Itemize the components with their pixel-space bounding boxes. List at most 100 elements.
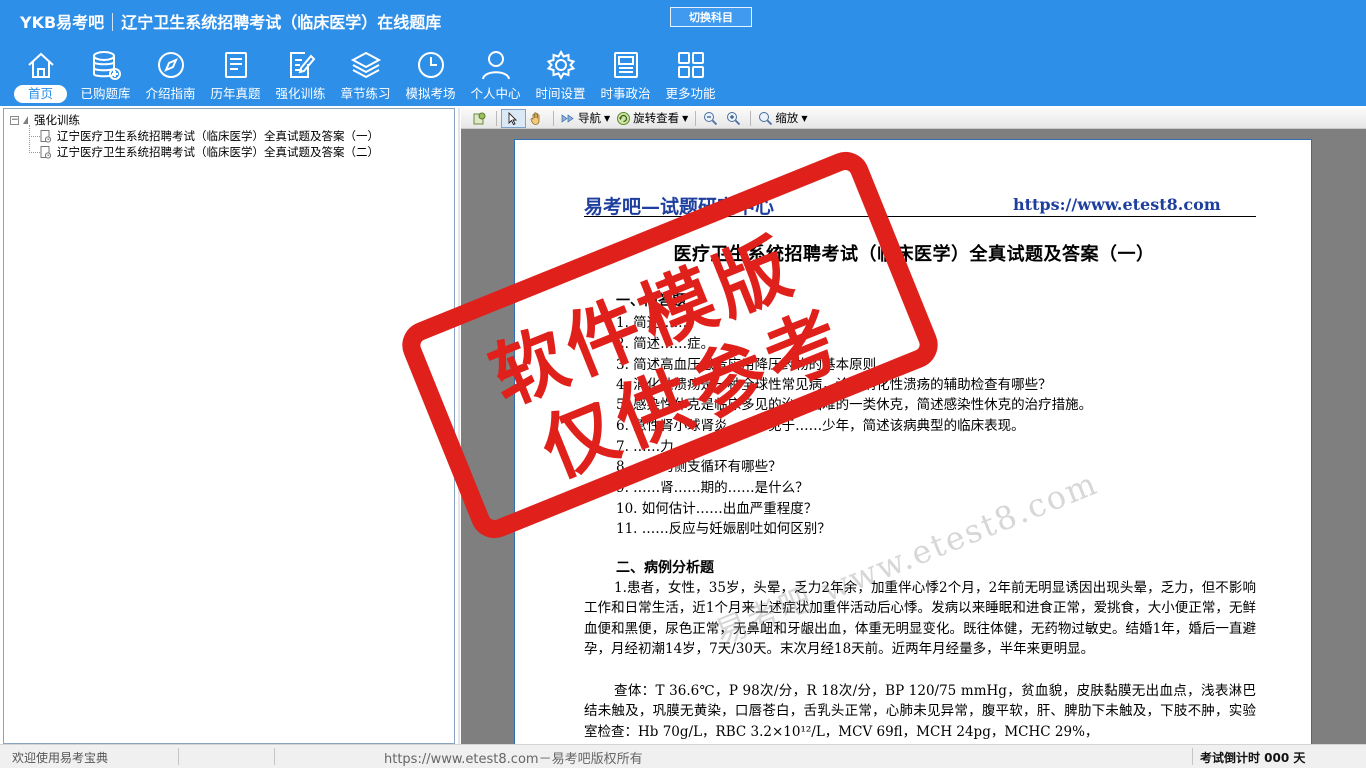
document-title: 医疗卫生系统招聘考试（临床医学）全真试题及答案（一） <box>673 244 1155 265</box>
nav-label: 时间设置 <box>535 86 586 101</box>
nav-item-mock-exam[interactable]: 模拟考场 <box>398 46 463 104</box>
nav-item-guide[interactable]: 介绍指南 <box>138 46 203 104</box>
zoom-in-icon <box>727 111 741 125</box>
nav-item-time-settings[interactable]: 时间设置 <box>528 46 593 104</box>
edit-icon <box>289 52 315 78</box>
brand-logo-text: YKB易考吧 <box>20 13 105 32</box>
case-paragraph: 查体：T 36.6℃，P 98次/分，R 18次/分，BP 120/75 mmH… <box>584 683 1256 740</box>
hand-tool-button[interactable] <box>526 109 549 128</box>
question-item: 3. 简述高血压患者应用降压药物的基本原则。 <box>616 357 890 373</box>
hand-icon <box>530 111 540 125</box>
header-rule <box>584 216 1256 217</box>
clock-icon <box>417 52 444 78</box>
toolbar-divider <box>750 110 752 126</box>
nav-label: 强化训练 <box>275 86 326 101</box>
list-document-icon <box>224 52 247 78</box>
toolbar-divider <box>695 110 697 126</box>
dropdown-arrow-icon: ▼ <box>682 113 689 123</box>
layers-icon <box>350 51 381 79</box>
section-heading: 二、病例分析题 <box>616 560 714 576</box>
gear-icon <box>546 49 575 81</box>
question-item: 11. ……反应与妊娠剧吐如何区别？ <box>616 521 831 537</box>
tree-item-exam-1[interactable]: 辽宁医疗卫生系统招聘考试（临床医学）全真试题及答案（一） <box>40 129 379 143</box>
nav-label: 个人中心 <box>470 86 521 101</box>
nav-item-more[interactable]: 更多功能 <box>658 46 723 104</box>
open-tool-button[interactable] <box>469 109 492 128</box>
status-divider <box>178 748 179 765</box>
collapse-toggle-icon[interactable]: − <box>10 115 19 125</box>
toolbar-divider <box>553 110 554 126</box>
nav-label: 首页 <box>13 85 67 103</box>
newspaper-icon <box>613 52 638 78</box>
question-item: 2. 简述……症。 <box>616 336 715 352</box>
status-bar: 欢迎使用易考宝典 https://www.etest8.com－易考吧版权所有 … <box>0 744 1366 768</box>
section-heading: 一、简答题 <box>616 293 686 309</box>
cursor-icon <box>508 111 518 125</box>
tree-connector <box>29 125 30 153</box>
nav-item-home[interactable]: 首页 <box>8 46 73 104</box>
status-divider <box>1192 748 1193 765</box>
tree-node-label: 强化训练 <box>34 113 80 127</box>
app-title: 辽宁卫生系统招聘考试（临床医学）在线题库 <box>121 13 442 32</box>
question-item: 9. ……肾……期的……是什么？ <box>616 480 809 496</box>
question-item: 7. ……力…… <box>616 439 701 455</box>
app-header: YKB易考吧 辽宁卫生系统招聘考试（临床医学）在线题库 切换科目 首页 已购题库 … <box>0 0 1366 106</box>
toolbar-divider <box>496 110 497 126</box>
tree-connector <box>29 136 40 137</box>
zoom-dropdown[interactable]: 缩放 ▼ <box>755 109 810 128</box>
nav-item-profile[interactable]: 个人中心 <box>463 46 528 104</box>
document-header-url[interactable]: https://www.etest8.com <box>1013 195 1221 214</box>
exam-document-icon <box>40 129 52 143</box>
nav-label: 时事政治 <box>600 86 651 101</box>
gear-document-icon <box>473 112 486 124</box>
zoom-label: 缩放 <box>775 111 799 125</box>
navigation-dropdown[interactable]: 导航 ▼ <box>558 109 613 128</box>
case-paragraph: 1.患者，女性，35岁，头晕，乏力2年余，加重伴心悸2个月，2年前无明显诱因出现… <box>584 580 1256 658</box>
nav-label: 章节练习 <box>340 86 391 101</box>
nav-item-chapters[interactable]: 章节练习 <box>333 46 398 104</box>
tree-item-label: 辽宁医疗卫生系统招聘考试（临床医学）全真试题及答案（一） <box>57 129 379 143</box>
document-page: 易考吧—试题研究中心 https://www.etest8.com 医疗卫生系统… <box>514 139 1312 744</box>
tree-item-label: 辽宁医疗卫生系统招聘考试（临床医学）全真试题及答案（二） <box>57 145 379 159</box>
nav-item-past-exams[interactable]: 历年真题 <box>203 46 268 104</box>
zoom-out-button[interactable] <box>700 109 723 128</box>
question-item: 6. 急性肾小球肾炎……多见于……少年，简述该病典型的临床表现。 <box>616 418 1025 434</box>
user-icon <box>481 51 510 80</box>
navigation-label: 导航 <box>578 111 601 125</box>
nav-item-current-affairs[interactable]: 时事政治 <box>593 46 658 104</box>
question-item: 5. 感染性休克是临床多见的治疗困难的一类休克，简述感染性休克的治疗措施。 <box>616 397 1093 413</box>
dropdown-arrow-icon: ▼ <box>604 113 611 123</box>
status-divider <box>274 748 275 765</box>
nav-item-purchased[interactable]: 已购题库 <box>73 46 138 104</box>
status-copyright: https://www.etest8.com－易考吧版权所有 <box>384 752 643 767</box>
exam-countdown: 考试倒计时 000 天 <box>1200 751 1306 765</box>
magnifier-icon <box>759 111 773 125</box>
tree-item-exam-2[interactable]: 辽宁医疗卫生系统招聘考试（临床医学）全真试题及答案（二） <box>40 145 379 159</box>
exam-document-icon <box>40 145 52 159</box>
question-item: 1. 简述…… <box>616 315 688 331</box>
question-item: 10. 如何估计……出血严重程度？ <box>616 501 818 517</box>
tree-node-intensive[interactable]: − 强化训练 <box>10 113 80 127</box>
folder-triangle-icon <box>23 116 28 124</box>
question-item: 8. ……的侧支循环有哪些？ <box>616 459 782 475</box>
select-tool-button[interactable] <box>501 108 526 128</box>
question-item: 4. 消化性溃疡是一种全球性常见病，诊断消化性溃疡的辅助检查有哪些？ <box>616 377 1052 393</box>
nav-label: 更多功能 <box>665 86 716 101</box>
exam-tree-panel: − 强化训练 辽宁医疗卫生系统招聘考试（临床医学）全真试题及答案（一） 辽宁医疗… <box>3 108 455 744</box>
home-icon <box>27 52 54 78</box>
main-nav: 首页 已购题库 介绍指南 历年真题 强化训练 章节练习 模拟考场 个人中心 时间… <box>8 46 723 106</box>
zoom-in-button[interactable] <box>723 109 746 128</box>
grid-icon <box>677 52 704 78</box>
nav-item-intensive[interactable]: 强化训练 <box>268 46 333 104</box>
zoom-out-icon <box>704 111 718 125</box>
status-welcome: 欢迎使用易考宝典 <box>12 751 109 765</box>
rotate-dropdown[interactable]: 旋转查看 ▼ <box>613 109 691 128</box>
document-header-left: 易考吧—试题研究中心 <box>584 196 775 218</box>
panel-splitter[interactable] <box>458 108 460 744</box>
nav-label: 模拟考场 <box>405 86 456 101</box>
compass-icon <box>157 52 184 78</box>
nav-label: 介绍指南 <box>145 86 196 101</box>
navigation-arrows-icon <box>561 113 574 123</box>
nav-label: 已购题库 <box>80 86 131 101</box>
switch-subject-button[interactable]: 切换科目 <box>670 7 752 27</box>
